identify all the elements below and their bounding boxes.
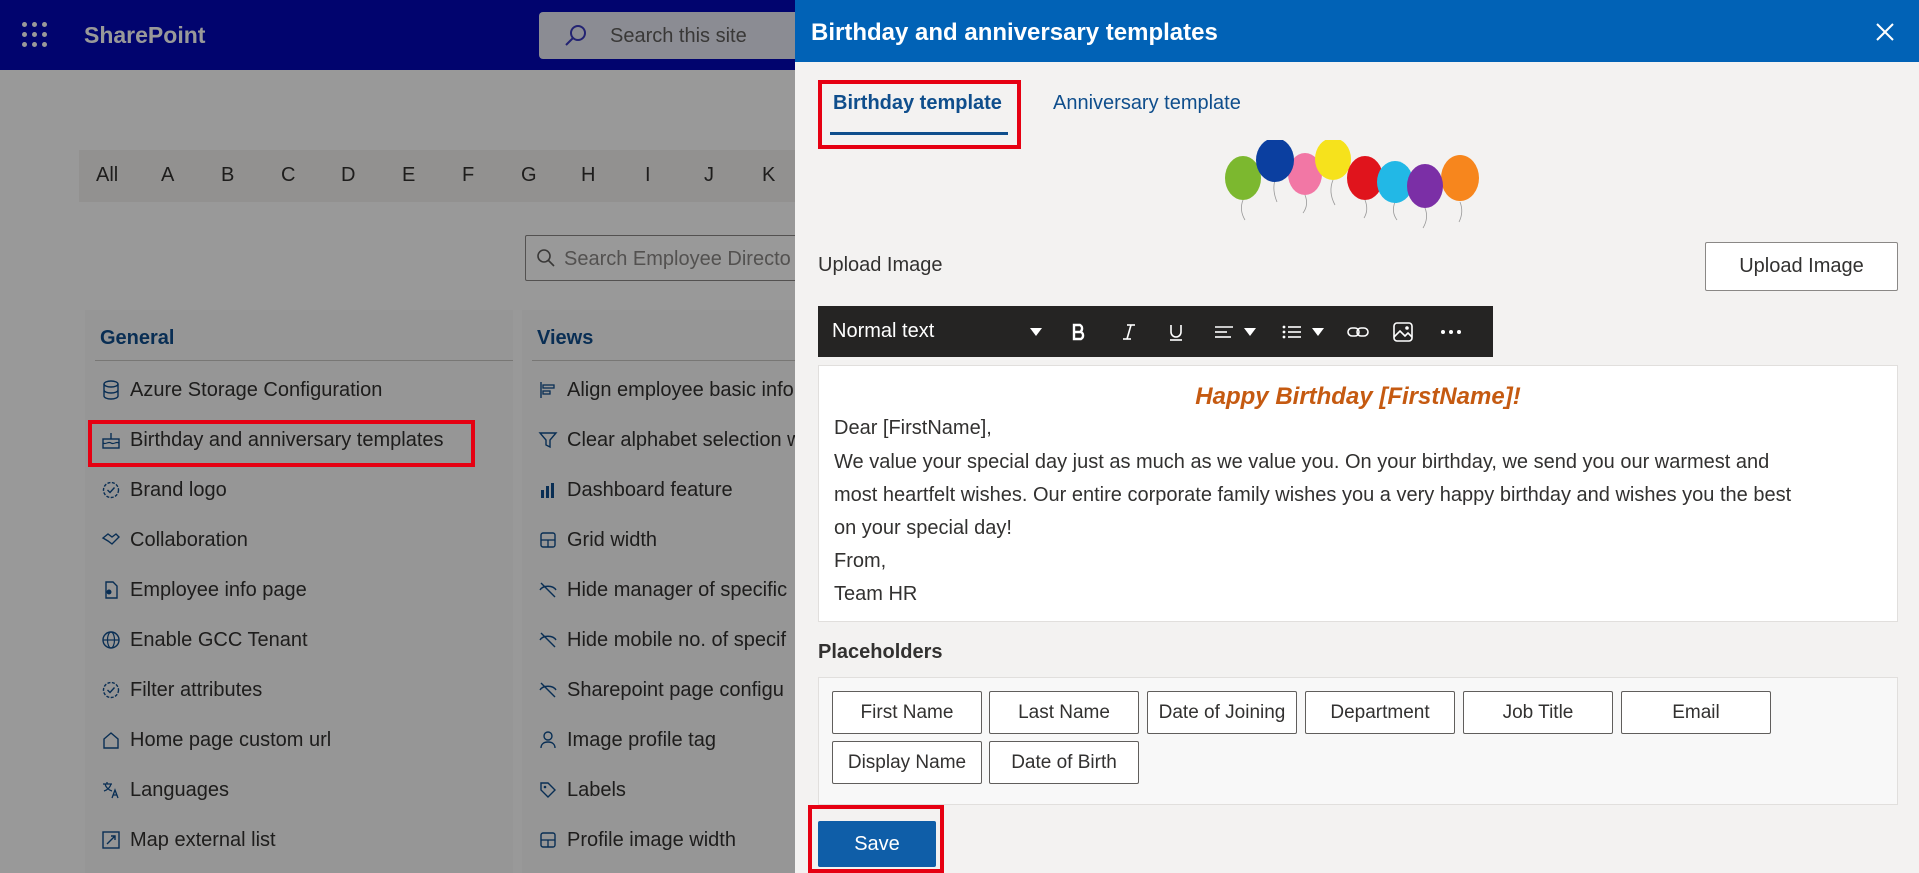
chevron-down-icon[interactable] (1312, 328, 1324, 336)
template-heading: Happy Birthday [FirstName]! (1195, 383, 1521, 410)
placeholder-email[interactable]: Email (1621, 691, 1771, 734)
text-style-dropdown[interactable]: Normal text (832, 320, 934, 343)
template-line: most heartfelt wishes. Our entire corpor… (834, 484, 1792, 506)
placeholder-job-title[interactable]: Job Title (1463, 691, 1613, 734)
underline-icon[interactable] (1162, 318, 1190, 346)
placeholder-display-name[interactable]: Display Name (832, 741, 982, 784)
panel-title: Birthday and anniversary templates (811, 19, 1218, 46)
more-icon[interactable] (1437, 318, 1465, 346)
link-icon[interactable] (1344, 318, 1372, 346)
upload-image-button[interactable]: Upload Image (1705, 242, 1898, 291)
template-editor[interactable]: Happy Birthday [FirstName]! Dear [FirstN… (818, 365, 1898, 622)
template-line: Dear [FirstName], (834, 417, 992, 439)
placeholder-date-of-birth[interactable]: Date of Birth (989, 741, 1139, 784)
template-line: We value your special day just as much a… (834, 451, 1770, 473)
template-line: on your special day! (834, 517, 1012, 539)
image-icon[interactable] (1389, 318, 1417, 346)
tab-anniversary-template[interactable]: Anniversary template (1053, 92, 1241, 115)
highlight-box (818, 80, 1021, 149)
balloons-image (1225, 138, 1495, 240)
panel-header: Birthday and anniversary templates (795, 0, 1919, 62)
chevron-down-icon[interactable] (1244, 328, 1256, 336)
highlight-box (88, 420, 475, 467)
bold-icon[interactable] (1065, 318, 1093, 346)
chevron-down-icon[interactable] (1030, 328, 1042, 336)
placeholder-department[interactable]: Department (1305, 691, 1455, 734)
templates-panel: Birthday and anniversary templates Birth… (795, 0, 1919, 873)
close-icon[interactable] (1873, 20, 1897, 44)
highlight-box (808, 805, 944, 873)
italic-icon[interactable] (1115, 318, 1143, 346)
align-icon[interactable] (1210, 318, 1238, 346)
placeholder-first-name[interactable]: First Name (832, 691, 982, 734)
template-line: From, (834, 550, 887, 572)
placeholders-container: First Name Last Name Date of Joining Dep… (818, 677, 1898, 805)
list-icon[interactable] (1278, 318, 1306, 346)
upload-image-label: Upload Image (818, 254, 943, 276)
placeholder-date-of-joining[interactable]: Date of Joining (1147, 691, 1297, 734)
template-line: Team HR (834, 583, 918, 605)
placeholder-last-name[interactable]: Last Name (989, 691, 1139, 734)
editor-toolbar: Normal text (818, 306, 1493, 357)
placeholders-label: Placeholders (818, 641, 943, 663)
